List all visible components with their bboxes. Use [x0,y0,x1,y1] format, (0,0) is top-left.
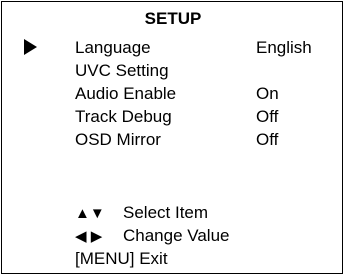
menu-item-label: Language [75,38,151,57]
menu-item-value: Off [256,130,279,149]
hint-select-item: ▲▼ Select Item [75,201,335,224]
hint-text: Change Value [123,226,230,245]
menu-item-osd-mirror[interactable]: OSD Mirror Off [75,128,335,151]
menu-item-uvc-setting[interactable]: UVC Setting [75,59,335,82]
menu-item-value: Off [256,107,279,126]
selection-cursor-icon [24,39,37,55]
menu-item-value: On [256,84,279,103]
hint-text: Select Item [123,203,209,222]
menu-item-audio-enable[interactable]: Audio Enable On [75,82,335,105]
menu-item-value: English [256,38,312,57]
hint-text: [MENU] Exit [75,249,168,268]
menu-item-language[interactable]: Language English [75,36,335,59]
menu-item-label: Track Debug [75,107,172,126]
menu-title: SETUP [144,9,202,28]
settings-menu: Language English UVC Setting Audio Enabl… [75,36,335,151]
hint-exit: [MENU] Exit [75,247,335,270]
menu-item-track-debug[interactable]: Track Debug Off [75,105,335,128]
menu-item-label: OSD Mirror [75,130,161,149]
menu-item-label: Audio Enable [75,84,177,103]
menu-item-label: UVC Setting [75,61,169,80]
hint-change-value: ◀ ▶ Change Value [75,224,335,247]
left-right-arrows-icon: ◀ ▶ [75,228,103,245]
key-hints: ▲▼ Select Item ◀ ▶ Change Value [MENU] Exi… [75,201,335,270]
up-down-arrows-icon: ▲▼ [75,205,105,222]
